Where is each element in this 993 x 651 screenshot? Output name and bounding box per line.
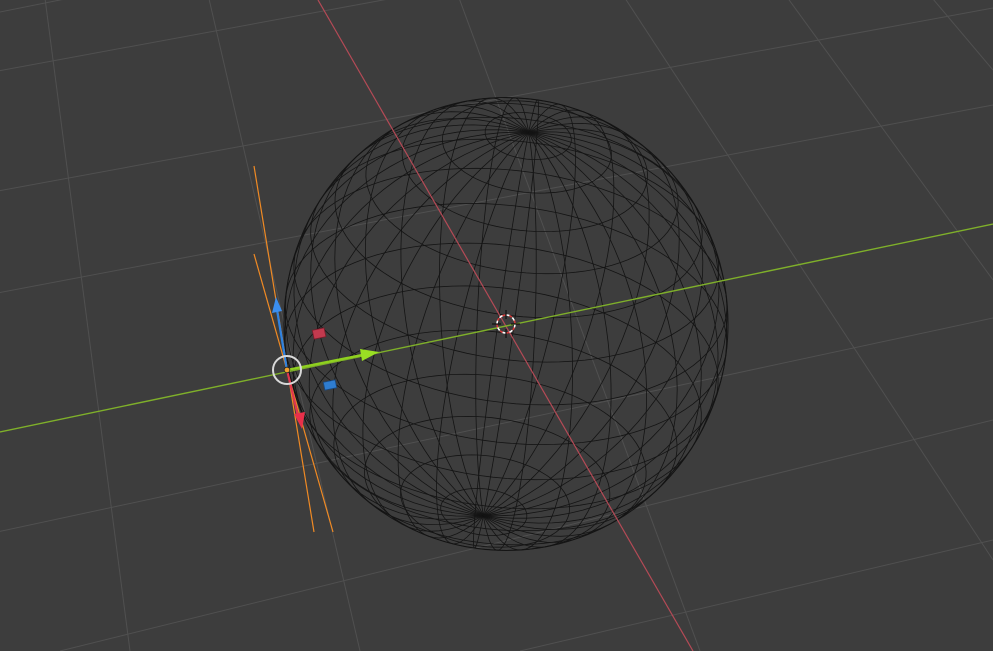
sphere-meridian: [475, 97, 530, 516]
sphere-meridian: [483, 128, 704, 517]
sphere-meridian: [362, 131, 529, 532]
sphere-meridian: [332, 131, 529, 526]
sphere-wireframe[interactable]: [283, 97, 729, 551]
world-y-axis: [0, 223, 993, 433]
gizmo-plane-xy-handle[interactable]: [322, 379, 338, 391]
sphere-meridian: [400, 100, 529, 516]
object-origin-icon: [283, 366, 291, 374]
sphere-latitude-ring: [293, 167, 728, 406]
gizmo-z-arrow-icon[interactable]: [272, 297, 282, 313]
sphere-meridian: [483, 116, 650, 517]
gizmo-y-arrow-icon[interactable]: [360, 349, 379, 361]
sphere-meridian: [483, 109, 615, 516]
sphere-latitude-ring: [401, 97, 648, 233]
sphere-latitude-ring: [400, 454, 571, 548]
gizmo-plane-xz-handle[interactable]: [311, 327, 327, 340]
move-gizmo[interactable]: [272, 297, 379, 429]
sphere-meridian: [483, 132, 612, 548]
sphere-meridian: [482, 132, 537, 551]
sphere-latitude-ring: [364, 415, 611, 551]
sphere-latitude-ring: [441, 100, 612, 194]
sphere-meridian: [308, 131, 529, 520]
sphere-latitude-ring: [284, 242, 719, 481]
3d-viewport[interactable]: [0, 0, 993, 651]
sphere-silhouette: [283, 97, 729, 551]
